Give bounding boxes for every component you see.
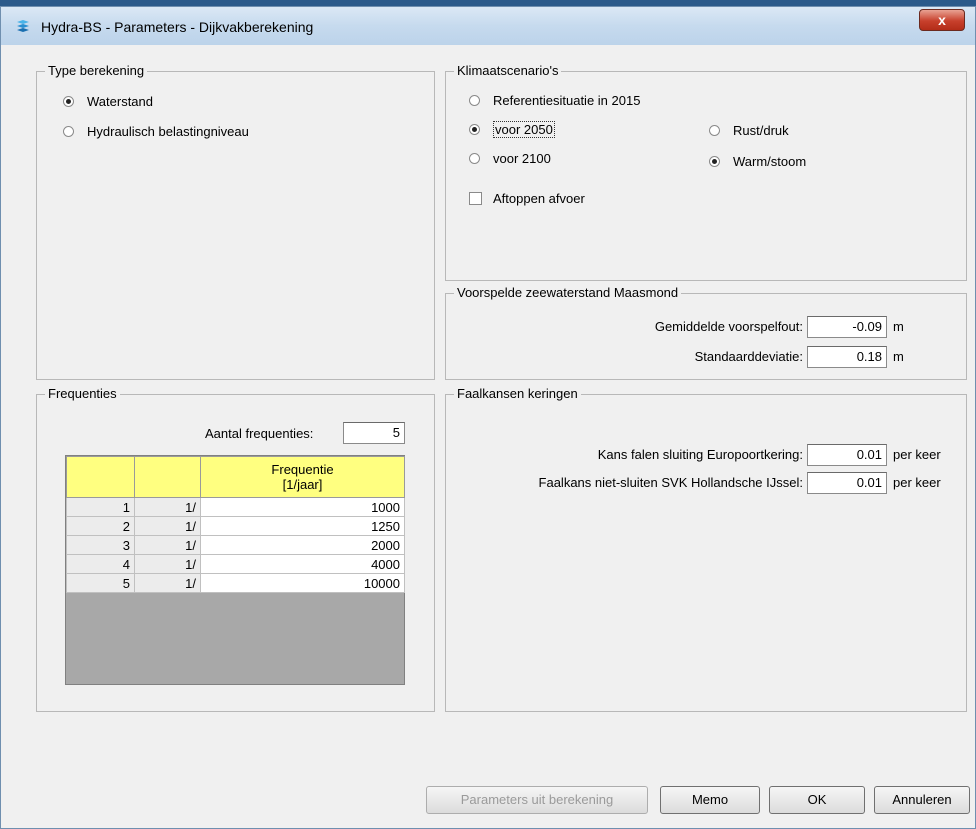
table-row[interactable]: 5 1/ 10000 — [66, 573, 405, 593]
type-berekening-group: Type berekening — [36, 63, 435, 380]
table-row[interactable]: 3 1/ 2000 — [66, 535, 405, 555]
radio-voor-2100[interactable]: voor 2100 — [469, 151, 551, 166]
radio-referentiesituatie-label: Referentiesituatie in 2015 — [493, 93, 641, 108]
radio-button-icon — [469, 153, 480, 164]
standaarddeviatie-unit: m — [893, 349, 904, 364]
parameters-window: Hydra-BS - Parameters - Dijkvakberekenin… — [0, 6, 976, 829]
row-prefix: 1/ — [134, 497, 201, 517]
radio-button-icon — [709, 156, 720, 167]
grid-header-frequentie: Frequentie [1/jaar] — [200, 456, 405, 498]
frequenties-title: Frequenties — [45, 386, 120, 402]
aantal-frequenties-label: Aantal frequenties: — [205, 426, 314, 441]
row-value[interactable]: 4000 — [200, 554, 405, 574]
radio-voor-2100-label: voor 2100 — [493, 151, 551, 166]
hydra-app-icon — [17, 20, 29, 32]
grid-header-line2: [1/jaar] — [282, 477, 323, 492]
row-value[interactable]: 10000 — [200, 573, 405, 593]
faalkans-svk-hollandsche-ijssel-unit: per keer — [893, 475, 941, 490]
radio-button-icon — [469, 95, 480, 106]
radio-button-icon — [63, 126, 74, 137]
radio-voor-2050-label: voor 2050 — [493, 121, 555, 138]
close-icon: x — [938, 12, 946, 28]
radio-button-icon — [469, 124, 480, 135]
checkbox-aftoppen-label: Aftoppen afvoer — [493, 191, 585, 206]
gemiddelde-voorspelfout-field[interactable]: -0.09 — [807, 316, 887, 338]
row-index: 4 — [66, 554, 135, 574]
radio-rust-druk-label: Rust/druk — [733, 123, 789, 138]
row-prefix: 1/ — [134, 516, 201, 536]
grid-header-line1: Frequentie — [271, 462, 334, 477]
row-index: 5 — [66, 573, 135, 593]
annuleren-button[interactable]: Annuleren — [874, 786, 970, 814]
kans-falen-europoortkering-label: Kans falen sluiting Europoortkering: — [597, 447, 803, 462]
grid-header-index — [66, 456, 135, 498]
radio-button-icon — [63, 96, 74, 107]
radio-warm-stoom[interactable]: Warm/stoom — [709, 154, 806, 169]
grid-header-prefix — [134, 456, 201, 498]
radio-button-icon — [709, 125, 720, 136]
row-index: 2 — [66, 516, 135, 536]
voorspelde-zeewaterstand-group: Voorspelde zeewaterstand Maasmond — [445, 285, 967, 380]
radio-waterstand-label: Waterstand — [87, 94, 153, 109]
table-row[interactable]: 2 1/ 1250 — [66, 516, 405, 536]
checkbox-aftoppen-afvoer[interactable]: Aftoppen afvoer — [469, 191, 585, 206]
faalkansen-keringen-group: Faalkansen keringen — [445, 386, 967, 712]
kans-falen-europoortkering-unit: per keer — [893, 447, 941, 462]
table-row[interactable]: 4 1/ 4000 — [66, 554, 405, 574]
radio-rust-druk[interactable]: Rust/druk — [709, 123, 789, 138]
standaarddeviatie-field[interactable]: 0.18 — [807, 346, 887, 368]
radio-referentiesituatie-2015[interactable]: Referentiesituatie in 2015 — [469, 93, 640, 108]
radio-waterstand[interactable]: Waterstand — [63, 94, 153, 109]
window-title: Hydra-BS - Parameters - Dijkvakberekenin… — [41, 19, 314, 35]
faalkansen-keringen-title: Faalkansen keringen — [454, 386, 581, 402]
ok-button[interactable]: OK — [769, 786, 865, 814]
gemiddelde-voorspelfout-unit: m — [893, 319, 904, 334]
row-index: 3 — [66, 535, 135, 555]
row-value[interactable]: 1250 — [200, 516, 405, 536]
parameters-uit-berekening-button[interactable]: Parameters uit berekening — [426, 786, 648, 814]
frequenties-grid[interactable]: Frequentie [1/jaar] 1 1/ 1000 2 1/ 1250 3… — [65, 455, 405, 685]
row-prefix: 1/ — [134, 573, 201, 593]
standaarddeviatie-label: Standaarddeviatie: — [694, 349, 803, 364]
radio-hydraulisch-label: Hydraulisch belastingniveau — [87, 124, 249, 139]
title-bar[interactable]: Hydra-BS - Parameters - Dijkvakberekenin… — [1, 7, 975, 45]
voorspelde-zeewaterstand-title: Voorspelde zeewaterstand Maasmond — [454, 285, 682, 301]
faalkans-svk-hollandsche-ijssel-field[interactable]: 0.01 — [807, 472, 887, 494]
row-index: 1 — [66, 497, 135, 517]
radio-warm-stoom-label: Warm/stoom — [733, 154, 807, 169]
grid-header-row: Frequentie [1/jaar] — [66, 456, 405, 498]
memo-button[interactable]: Memo — [660, 786, 760, 814]
checkbox-icon — [469, 192, 482, 205]
klimaatscenarios-title: Klimaatscenario's — [454, 63, 562, 79]
close-button[interactable]: x — [919, 9, 965, 31]
radio-voor-2050[interactable]: voor 2050 — [469, 121, 555, 138]
kans-falen-europoortkering-field[interactable]: 0.01 — [807, 444, 887, 466]
gemiddelde-voorspelfout-label: Gemiddelde voorspelfout: — [654, 319, 803, 334]
row-value[interactable]: 1000 — [200, 497, 405, 517]
row-prefix: 1/ — [134, 554, 201, 574]
row-prefix: 1/ — [134, 535, 201, 555]
table-row[interactable]: 1 1/ 1000 — [66, 497, 405, 517]
aantal-frequenties-field[interactable]: 5 — [343, 422, 405, 444]
radio-hydraulisch-belastingniveau[interactable]: Hydraulisch belastingniveau — [63, 124, 249, 139]
faalkans-svk-hollandsche-ijssel-label: Faalkans niet-sluiten SVK Hollandsche IJ… — [538, 475, 803, 490]
row-value[interactable]: 2000 — [200, 535, 405, 555]
type-berekening-title: Type berekening — [45, 63, 148, 79]
